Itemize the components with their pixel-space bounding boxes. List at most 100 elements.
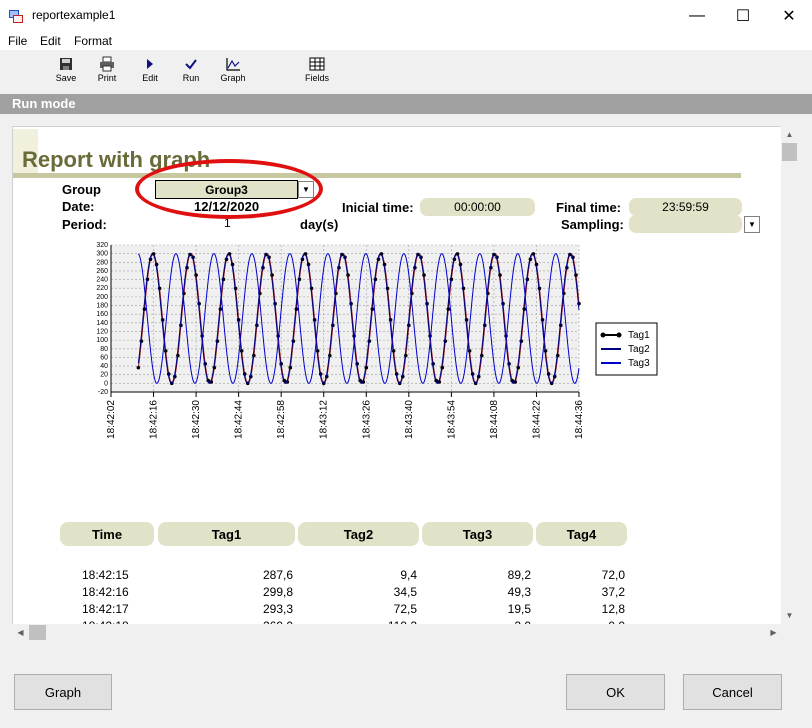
fields-label: Fields	[304, 73, 329, 83]
col-header-tag4: Tag4	[536, 522, 627, 546]
save-button[interactable]: Save	[48, 56, 84, 92]
save-label: Save	[55, 73, 77, 83]
sampling-dropdown-button[interactable]: ▼	[744, 216, 760, 233]
vertical-scrollbar[interactable]: ▲ ▼	[781, 126, 798, 624]
menu-bar: File Edit Format	[0, 32, 812, 50]
legend-marker	[616, 332, 622, 338]
graph-toolbar-button[interactable]: Graph	[215, 56, 251, 92]
table-cell: 19,5	[507, 602, 531, 616]
y-tick-label: 100	[96, 337, 108, 344]
print-button[interactable]: Print	[89, 56, 125, 92]
y-tick-label: 80	[100, 346, 108, 353]
col-header-tag3: Tag3	[422, 522, 533, 546]
group-select[interactable]: Group3	[155, 180, 298, 199]
y-tick-label: 220	[96, 285, 108, 292]
graph-toolbar-label: Graph	[220, 73, 246, 83]
y-tick-label: 300	[96, 251, 108, 258]
date-value: 12/12/2020	[194, 199, 260, 214]
checkmark-icon	[185, 59, 197, 70]
legend-label: Tag1	[628, 330, 650, 341]
sampling-label: Sampling:	[561, 217, 624, 232]
x-tick-label: 18:42:02	[106, 400, 117, 439]
horizontal-scrollbar[interactable]: ◀ ▶	[12, 624, 782, 641]
minimize-button[interactable]: —	[674, 0, 720, 32]
x-tick-label: 18:43:54	[446, 400, 457, 439]
scroll-up-arrow[interactable]: ▲	[781, 126, 798, 143]
table-cell: 287,6	[262, 568, 293, 582]
y-tick-label: -20	[98, 389, 108, 396]
y-tick-label: 0	[104, 380, 108, 387]
close-button[interactable]: ✕	[766, 0, 812, 32]
group-value: Group3	[205, 182, 248, 197]
legend-label: Tag3	[628, 358, 650, 369]
col-header-tag2: Tag2	[298, 522, 419, 546]
x-tick-label: 18:44:22	[531, 400, 542, 439]
print-label: Print	[97, 73, 117, 83]
line-chart: 320 300280 260 240220 200 180160 140120 100 8060…	[96, 242, 658, 439]
y-tick-label: 180	[96, 303, 108, 310]
y-tick-label: 320	[96, 242, 108, 249]
run-button[interactable]: Run	[173, 56, 209, 92]
vertical-scroll-thumb[interactable]	[782, 143, 797, 161]
table-cell: 37,2	[601, 585, 625, 599]
table-cell: 18:42:15	[82, 568, 129, 582]
ok-button[interactable]: OK	[566, 674, 665, 710]
edit-button[interactable]: Edit	[132, 56, 168, 92]
toolbar: Save Print Edit Run Graph Fields	[0, 50, 812, 94]
table-cell: 9,4	[400, 568, 417, 582]
printer-icon	[100, 56, 114, 72]
x-tick-label: 18:42:30	[191, 400, 202, 439]
x-tick-label: 18:44:36	[574, 400, 585, 439]
graph-icon	[226, 58, 240, 71]
mode-bar: Run mode	[0, 94, 812, 114]
y-tick-label: 120	[96, 328, 108, 335]
menu-file[interactable]: File	[8, 34, 27, 48]
y-tick-label: 260	[96, 268, 108, 275]
table-cell: 89,2	[507, 568, 531, 582]
initial-time-field: 00:00:00	[420, 198, 535, 216]
table-cell: 34,5	[393, 585, 417, 599]
sampling-field	[629, 215, 742, 233]
mode-label: Run mode	[12, 96, 76, 111]
legend-marker	[600, 332, 606, 338]
data-point	[136, 365, 141, 370]
final-time-field: 23:59:59	[629, 198, 742, 216]
app-icon	[9, 10, 23, 23]
legend-label: Tag2	[628, 344, 650, 355]
edit-label: Edit	[142, 73, 158, 83]
scroll-corner	[781, 624, 798, 641]
graph-button[interactable]: Graph	[14, 674, 112, 710]
table-cell: 12,8	[601, 602, 625, 616]
final-time-value: 23:59:59	[662, 200, 709, 214]
x-tick-label: 18:42:58	[276, 400, 287, 439]
scroll-down-arrow[interactable]: ▼	[781, 607, 798, 624]
y-tick-label: 160	[96, 311, 108, 318]
final-time-label: Final time:	[556, 200, 622, 215]
maximize-button[interactable]: ☐	[720, 0, 766, 32]
title-rule	[13, 173, 741, 178]
col-header-time: Time	[60, 522, 154, 546]
y-tick-label: 280	[96, 259, 108, 266]
report-canvas: Report with graph Group Group3 ▼ Date: 1…	[12, 126, 784, 626]
initial-time-value: 00:00:00	[454, 200, 501, 214]
date-label: Date:	[62, 199, 95, 214]
scroll-left-arrow[interactable]: ◀	[12, 624, 29, 641]
period-value: 1	[224, 216, 231, 230]
period-label: Period:	[62, 217, 107, 232]
fields-button[interactable]: Fields	[299, 56, 335, 92]
group-label: Group	[62, 182, 101, 197]
y-tick-label: 20	[100, 372, 108, 379]
window-title: reportexample1	[32, 8, 116, 22]
table-cell: 72,5	[393, 602, 417, 616]
menu-format[interactable]: Format	[74, 34, 112, 48]
cancel-button[interactable]: Cancel	[683, 674, 782, 710]
x-tick-label: 18:42:16	[149, 400, 160, 439]
group-dropdown-button[interactable]: ▼	[298, 181, 314, 198]
menu-edit[interactable]: Edit	[40, 34, 61, 48]
horizontal-scroll-thumb[interactable]	[29, 625, 46, 640]
scroll-right-arrow[interactable]: ▶	[765, 624, 782, 641]
fields-grid-icon	[309, 57, 325, 71]
table-cell: 18:42:17	[82, 602, 129, 616]
table-cell: 293,3	[262, 602, 293, 616]
save-icon	[60, 58, 72, 70]
